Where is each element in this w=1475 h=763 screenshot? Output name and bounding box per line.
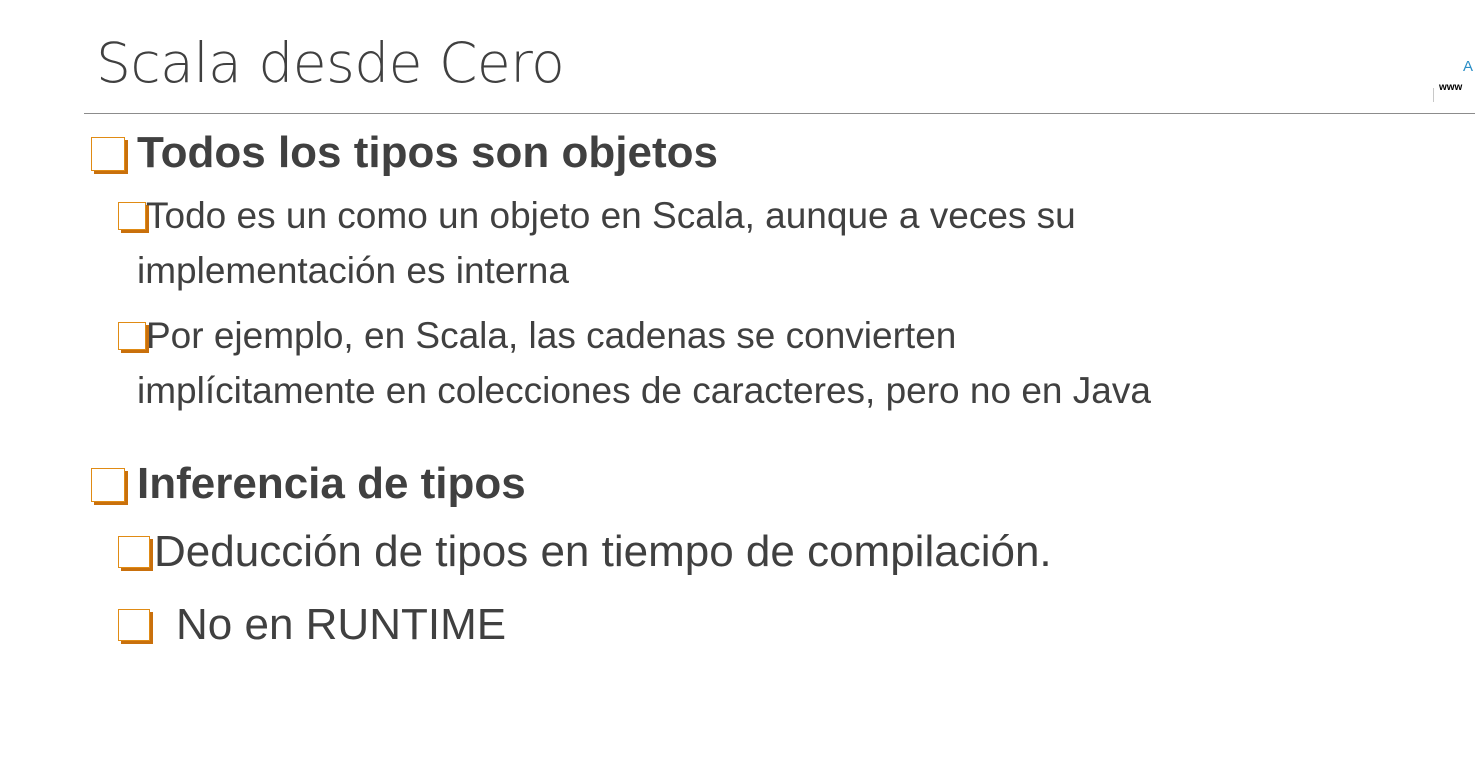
bullet-text: No en RUNTIME [176, 600, 507, 649]
checkbox-bullet-icon [118, 536, 150, 568]
logo-divider [1433, 88, 1434, 102]
heading-text: Todos los tipos son objetos [137, 128, 718, 177]
checkbox-bullet-icon [118, 609, 150, 641]
bullet-text: Deducción de tipos en tiempo de compilac… [154, 527, 1052, 576]
checkbox-bullet-icon [118, 322, 146, 350]
bullet-text-continuation: implementación es interna [137, 250, 569, 291]
bullet-item: Todo es un como un objeto en Scala, aunq… [118, 193, 1076, 238]
bullet-item: Por ejemplo, en Scala, las cadenas se co… [118, 313, 956, 358]
logo-web-text: www [1439, 82, 1463, 93]
bullet-text: Todo es un como un objeto en Scala, aunq… [146, 195, 1076, 236]
bullet-item: Deducción de tipos en tiempo de compilac… [118, 525, 1052, 579]
section-heading-objects: Todos los tipos son objetos [91, 125, 718, 181]
checkbox-bullet-icon [91, 137, 125, 171]
title-divider [84, 113, 1475, 114]
bullet-text-continuation: implícitamente en colecciones de caracte… [137, 370, 1151, 411]
bullet-item: No en RUNTIME [118, 598, 506, 652]
bullet-text: Por ejemplo, en Scala, las cadenas se co… [146, 315, 957, 356]
heading-text: Inferencia de tipos [137, 459, 526, 508]
checkbox-bullet-icon [91, 468, 125, 502]
checkbox-bullet-icon [118, 202, 146, 230]
logo-letter: A [1462, 58, 1473, 75]
slide-title: Scala desde Cero [96, 31, 565, 95]
section-heading-inference: Inferencia de tipos [91, 456, 526, 512]
corner-logo: A www [1431, 58, 1475, 104]
